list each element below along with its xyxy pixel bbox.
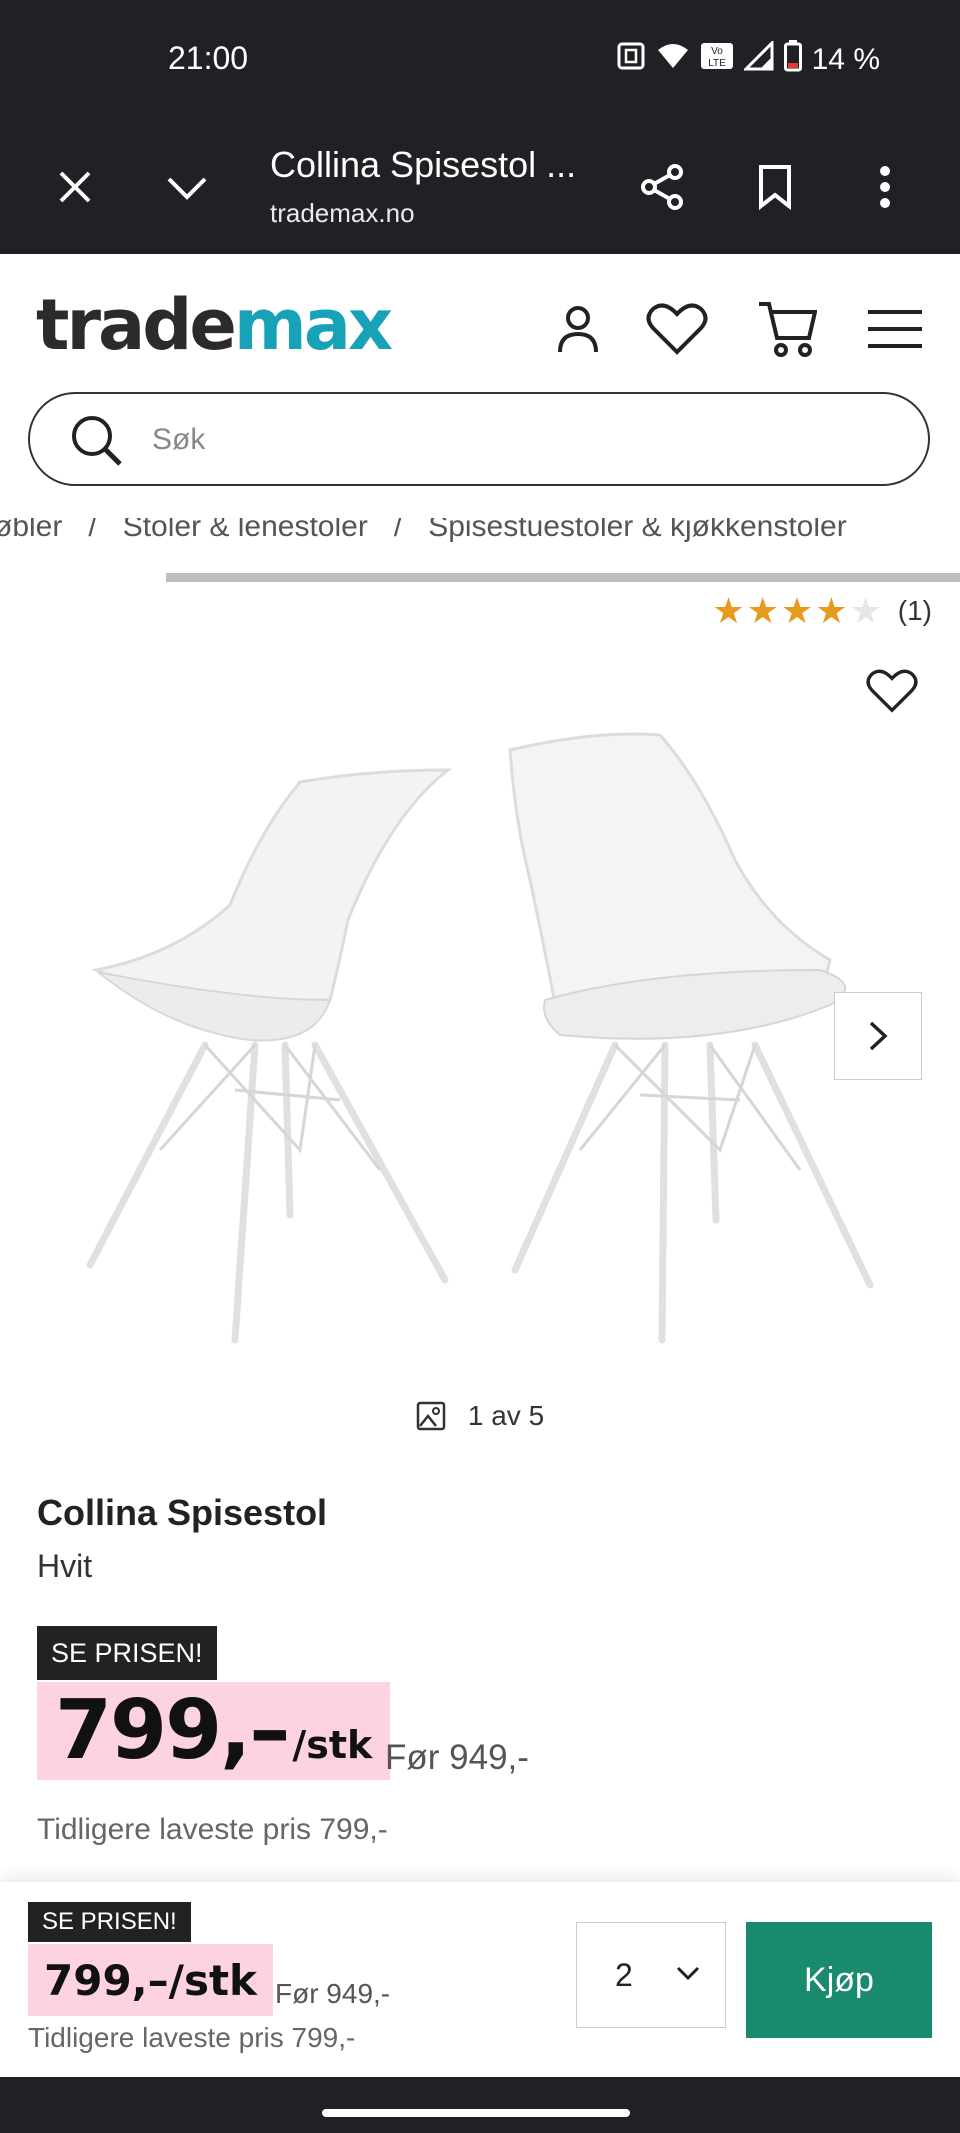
signal-icon — [741, 39, 774, 79]
buy-button[interactable]: Kjøp — [746, 1922, 932, 2038]
breadcrumb-separator: / — [393, 518, 403, 543]
quantity-select[interactable]: 2 — [576, 1922, 726, 2028]
share-button[interactable] — [628, 152, 698, 222]
site-header: trademax — [0, 254, 960, 384]
product-image — [86, 732, 874, 1344]
close-tab-button[interactable] — [40, 152, 110, 222]
breadcrumb-item[interactable]: Spisestuestoler & kjøkkenstoler — [428, 518, 847, 543]
wifi-icon — [656, 41, 690, 79]
previous-price: Før 949,- — [385, 1738, 529, 1777]
account-button[interactable] — [543, 294, 613, 364]
nfc-icon — [616, 41, 646, 79]
chevron-right-icon — [869, 1021, 888, 1051]
sticky-price-box: 799,–/stk — [28, 1944, 273, 2016]
chevron-down-icon — [167, 177, 207, 200]
star-icon: ★ — [746, 590, 779, 631]
chevron-down-icon — [676, 1966, 700, 1981]
trademax-logo[interactable]: trademax — [36, 284, 393, 366]
review-count: (1) — [897, 595, 932, 626]
lowest-price-note: Tidligere laveste pris 799,- — [37, 1813, 388, 1846]
star-icon: ★ — [780, 590, 814, 631]
breadcrumb-item[interactable]: Stoler & lenestoler — [123, 518, 368, 543]
product-rating[interactable]: ★ ★ ★ ★ ★ (1) — [712, 590, 932, 632]
share-icon — [641, 164, 683, 210]
more-menu-button[interactable] — [850, 152, 920, 222]
breadcrumb-scrollbar[interactable] — [166, 573, 960, 582]
price-badge: SE PRISEN! — [37, 1626, 217, 1680]
star-icon: ★ — [712, 590, 745, 631]
home-gesture-handle[interactable] — [322, 2109, 630, 2117]
user-icon — [558, 306, 598, 353]
more-vert-icon — [880, 166, 890, 208]
price-amount: 799,– — [55, 1683, 290, 1778]
product-name: Collina Spisestol — [37, 1492, 328, 1533]
breadcrumb: øbler / Stoler & lenestoler / Spisestuestole… — [0, 518, 960, 578]
sticky-buy-bar: SE PRISEN! 799,–/stk Før 949,- Tidligere… — [0, 1882, 960, 2077]
bookmark-button[interactable] — [740, 152, 810, 222]
add-to-wishlist-button[interactable] — [866, 668, 918, 718]
search-bar[interactable] — [28, 392, 930, 486]
price-unit: /stk — [292, 1723, 373, 1767]
cart-button[interactable] — [752, 294, 822, 364]
browser-toolbar: Collina Spisestol ... trademax.no — [0, 120, 960, 254]
battery-icon — [783, 40, 802, 80]
cart-icon — [759, 302, 817, 357]
sticky-price-badge: SE PRISEN! — [28, 1902, 191, 1942]
bookmark-icon — [759, 165, 791, 210]
breadcrumb-separator: / — [88, 518, 97, 543]
status-time: 21:00 — [168, 40, 249, 76]
close-icon — [59, 171, 91, 203]
heart-icon — [866, 669, 918, 713]
gallery-counter-text: 1 av 5 — [467, 1400, 545, 1431]
product-gallery[interactable] — [0, 700, 960, 1360]
star-empty-icon: ★ — [849, 590, 882, 631]
page-url: trademax.no — [270, 198, 415, 228]
gallery-next-button[interactable] — [834, 992, 922, 1080]
wishlist-button[interactable] — [642, 294, 712, 364]
system-nav-bar — [0, 2077, 960, 2133]
image-icon — [416, 1401, 446, 1431]
sticky-previous-price: Før 949,- — [275, 1978, 391, 2009]
svg-text:Vo: Vo — [711, 46, 723, 57]
volte-icon: Vo LTE — [700, 41, 734, 79]
battery-level: 14 % — [811, 43, 880, 76]
gallery-counter: 1 av 5 — [0, 1400, 960, 1432]
search-icon — [68, 412, 124, 472]
status-icons: Vo LTE 14 % — [616, 39, 880, 80]
price-box: 799,– /stk — [37, 1682, 391, 1780]
status-bar: 21:00 Vo LTE 14 % — [0, 0, 960, 120]
breadcrumb-item[interactable]: øbler — [0, 518, 62, 543]
svg-text:LTE: LTE — [708, 58, 726, 69]
menu-button[interactable] — [860, 294, 930, 364]
page-title: Collina Spisestol ... — [270, 144, 577, 185]
sticky-lowest-price-note: Tidligere laveste pris 799,- — [28, 2022, 356, 2053]
quantity-value: 2 — [615, 1956, 633, 1993]
heart-icon — [646, 303, 708, 355]
sticky-price: 799,–/stk — [44, 1955, 257, 2005]
search-input[interactable] — [150, 416, 854, 464]
star-icon: ★ — [815, 590, 848, 631]
expand-button[interactable] — [152, 152, 222, 222]
hamburger-icon — [868, 310, 922, 348]
product-color: Hvit — [37, 1548, 93, 1584]
